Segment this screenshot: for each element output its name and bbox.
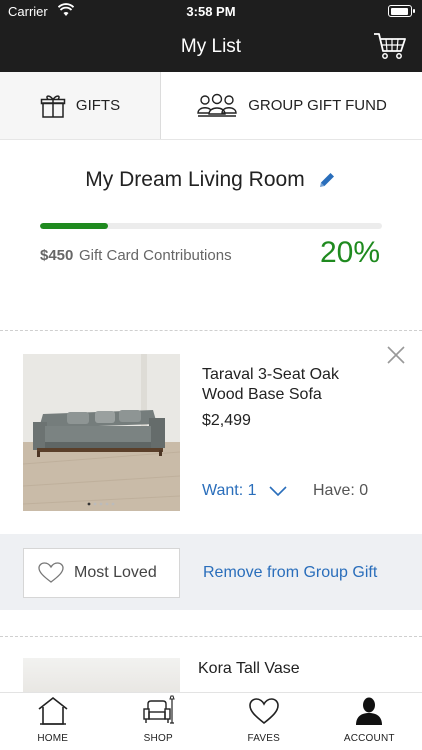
tab-account-label: ACCOUNT bbox=[343, 733, 395, 744]
tab-shop[interactable]: SHOP bbox=[106, 693, 212, 750]
tab-gifts[interactable]: GIFTS bbox=[0, 72, 161, 139]
sofa-icon bbox=[143, 695, 175, 724]
contribution-progress-bar bbox=[40, 223, 382, 229]
group-icon bbox=[197, 93, 237, 117]
tab-shop-label: SHOP bbox=[143, 733, 173, 744]
have-quantity: Have: 0 bbox=[313, 482, 369, 499]
tab-home[interactable]: HOME bbox=[0, 693, 106, 750]
vase-product-image[interactable] bbox=[23, 658, 180, 692]
contribution-label: Gift Card Contributions bbox=[79, 247, 232, 264]
tab-gifts-label: GIFTS bbox=[75, 97, 121, 114]
status-time: 3:58 PM bbox=[186, 4, 236, 19]
item-action-row: Most Loved Remove from Group Gift bbox=[0, 534, 422, 610]
gift-icon bbox=[40, 94, 66, 118]
tab-account[interactable]: ACCOUNT bbox=[317, 693, 422, 750]
cart-icon[interactable] bbox=[372, 30, 408, 62]
tab-faves[interactable]: FAVES bbox=[211, 693, 317, 750]
want-label: Want: 1 bbox=[202, 482, 257, 499]
bottom-tab-bar: HOME SHOP FAVES ACCOUNT bbox=[0, 692, 422, 750]
remove-from-group-gift-link[interactable]: Remove from Group Gift bbox=[203, 564, 377, 582]
contribution-progress-fill bbox=[40, 223, 109, 229]
sofa-product-image[interactable] bbox=[23, 354, 180, 511]
battery-icon bbox=[388, 5, 415, 17]
item-price: $2,499 bbox=[202, 412, 251, 429]
heart-icon bbox=[248, 698, 279, 725]
contribution-percent: 20% bbox=[319, 236, 380, 269]
tab-home-label: HOME bbox=[37, 733, 69, 744]
list-item: Kora Tall Vase bbox=[0, 640, 422, 692]
most-loved-button[interactable]: Most Loved bbox=[23, 548, 180, 598]
tab-faves-label: FAVES bbox=[247, 733, 280, 744]
close-icon[interactable] bbox=[386, 345, 406, 365]
list-item: Taraval 3-Seat Oak Wood Base Sofa $2,499… bbox=[0, 332, 422, 534]
chevron-down-icon bbox=[268, 486, 287, 496]
page-title: My List bbox=[180, 36, 242, 57]
list-title: My Dream Living Room bbox=[85, 168, 305, 191]
item-name[interactable]: Kora Tall Vase bbox=[198, 660, 300, 678]
most-loved-label: Most Loved bbox=[74, 564, 157, 581]
edit-pencil-icon[interactable] bbox=[317, 170, 337, 190]
account-icon bbox=[356, 697, 383, 725]
list-tabs: GIFTS GROUP GIFT FUND bbox=[0, 72, 422, 140]
divider bbox=[0, 636, 422, 637]
list-header: My Dream Living Room $450 Gift Card Cont… bbox=[0, 140, 422, 330]
item-name[interactable]: Taraval 3-Seat Oak Wood Base Sofa bbox=[202, 365, 372, 405]
navigation-bar: My List bbox=[0, 22, 422, 72]
tab-group-gift-fund[interactable]: GROUP GIFT FUND bbox=[161, 72, 422, 139]
contribution-amount: $450 bbox=[40, 247, 74, 264]
tab-group-label: GROUP GIFT FUND bbox=[248, 97, 387, 114]
divider bbox=[0, 330, 422, 331]
status-bar: Carrier 3:58 PM bbox=[0, 0, 422, 22]
home-icon bbox=[38, 696, 68, 725]
want-quantity-selector[interactable]: Want: 1 bbox=[202, 482, 287, 500]
heart-icon bbox=[38, 562, 64, 583]
